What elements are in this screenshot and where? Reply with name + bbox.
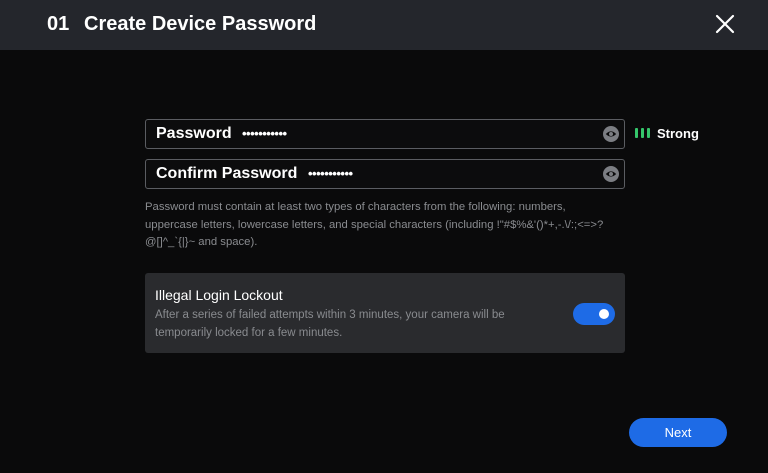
password-field[interactable]: Password ••••••••••• — [145, 119, 625, 149]
close-button[interactable] — [713, 12, 737, 36]
password-input[interactable]: ••••••••••• — [242, 124, 287, 144]
toggle-knob — [599, 309, 609, 319]
dialog-header: 01 Create Device Password — [0, 0, 768, 50]
confirm-password-field[interactable]: Confirm Password ••••••••••• — [145, 159, 625, 189]
strength-bars-icon — [635, 128, 650, 138]
confirm-password-input[interactable]: ••••••••••• — [308, 164, 353, 184]
lockout-title: Illegal Login Lockout — [155, 287, 283, 303]
lockout-toggle[interactable] — [573, 303, 615, 325]
next-button[interactable]: Next — [629, 418, 727, 447]
password-requirements-hint: Password must contain at least two types… — [145, 201, 604, 248]
strength-label: Strong — [657, 126, 699, 141]
lockout-description: After a series of failed attempts within… — [155, 309, 505, 339]
close-icon — [715, 14, 735, 34]
create-password-dialog: 01 Create Device Password Password •••••… — [0, 0, 768, 473]
illegal-login-lockout-panel: Illegal Login Lockout After a series of … — [145, 273, 625, 353]
password-label: Password — [156, 125, 232, 142]
step-number: 01 — [47, 13, 70, 35]
dialog-title: Create Device Password — [84, 13, 317, 35]
eye-icon[interactable] — [603, 126, 619, 142]
eye-icon[interactable] — [603, 166, 619, 182]
confirm-password-label: Confirm Password — [156, 165, 298, 182]
